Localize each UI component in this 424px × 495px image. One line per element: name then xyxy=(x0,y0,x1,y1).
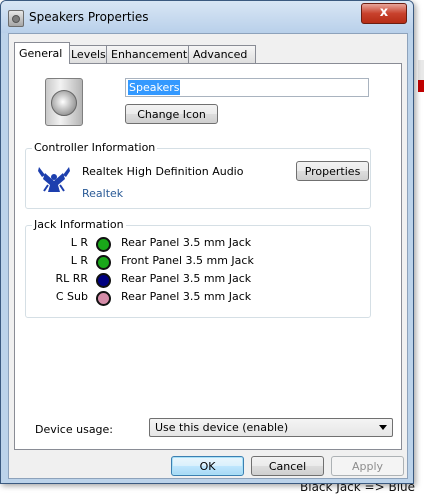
background-edge-red xyxy=(418,80,424,92)
controller-information-group: Controller Information Realtek High Defi… xyxy=(25,141,371,209)
jack-channels: L R xyxy=(70,236,88,249)
realtek-logo-icon xyxy=(38,167,70,192)
speaker-icon xyxy=(8,10,24,27)
jack-information-group: Jack Information L R Rear Panel 3.5 mm J… xyxy=(25,218,371,318)
tab-enhancements[interactable]: Enhancements xyxy=(106,45,193,63)
close-button[interactable]: x xyxy=(361,3,407,24)
jack-color-icon xyxy=(96,237,111,252)
tab-levels[interactable]: Levels xyxy=(66,45,110,63)
jack-description: Rear Panel 3.5 mm Jack xyxy=(121,290,252,303)
jack-color-icon xyxy=(96,291,111,306)
speaker-device-icon xyxy=(45,78,83,126)
jack-channels: C Sub xyxy=(55,290,88,303)
title-bar[interactable]: Speakers Properties x xyxy=(1,1,413,33)
device-usage-select[interactable]: Use this device (enable) xyxy=(149,418,393,437)
jack-description: Front Panel 3.5 mm Jack xyxy=(121,254,254,267)
general-panel: Speakers Change Icon Controller Informat… xyxy=(14,63,402,450)
jack-row: RL RR Rear Panel 3.5 mm Jack xyxy=(26,270,370,288)
jack-description: Rear Panel 3.5 mm Jack xyxy=(121,272,252,285)
device-name-input[interactable]: Speakers xyxy=(125,78,369,97)
jack-channels: L R xyxy=(70,254,88,267)
window-title: Speakers Properties xyxy=(29,10,149,24)
jack-row: L R Rear Panel 3.5 mm Jack xyxy=(26,234,370,252)
tab-general[interactable]: General xyxy=(14,42,70,64)
device-usage-value: Use this device (enable) xyxy=(155,421,289,434)
speakers-properties-dialog: Speakers Properties x General Levels Enh… xyxy=(0,0,414,484)
cancel-button[interactable]: Cancel xyxy=(251,456,324,476)
apply-button[interactable]: Apply xyxy=(331,456,404,476)
properties-button[interactable]: Properties xyxy=(296,161,369,181)
device-usage-label: Device usage: xyxy=(35,423,114,436)
jack-color-icon xyxy=(96,273,111,288)
jack-channels: RL RR xyxy=(55,272,88,285)
jack-row: L R Front Panel 3.5 mm Jack xyxy=(26,252,370,270)
controller-name: Realtek High Definition Audio xyxy=(82,165,244,178)
change-icon-button[interactable]: Change Icon xyxy=(125,104,218,124)
jack-section-title: Jack Information xyxy=(32,218,126,231)
device-name-text: Speakers xyxy=(128,80,181,95)
jack-color-icon xyxy=(96,255,111,270)
dialog-client: General Levels Enhancements Advanced Spe… xyxy=(8,33,408,479)
tab-advanced[interactable]: Advanced xyxy=(188,45,256,63)
chevron-down-icon xyxy=(379,425,387,430)
jack-description: Rear Panel 3.5 mm Jack xyxy=(121,236,252,249)
ok-button[interactable]: OK xyxy=(171,456,244,476)
controller-vendor: Realtek xyxy=(82,187,124,200)
jack-row: C Sub Rear Panel 3.5 mm Jack xyxy=(26,288,370,306)
controller-section-title: Controller Information xyxy=(32,141,158,154)
background-edge xyxy=(418,60,424,82)
